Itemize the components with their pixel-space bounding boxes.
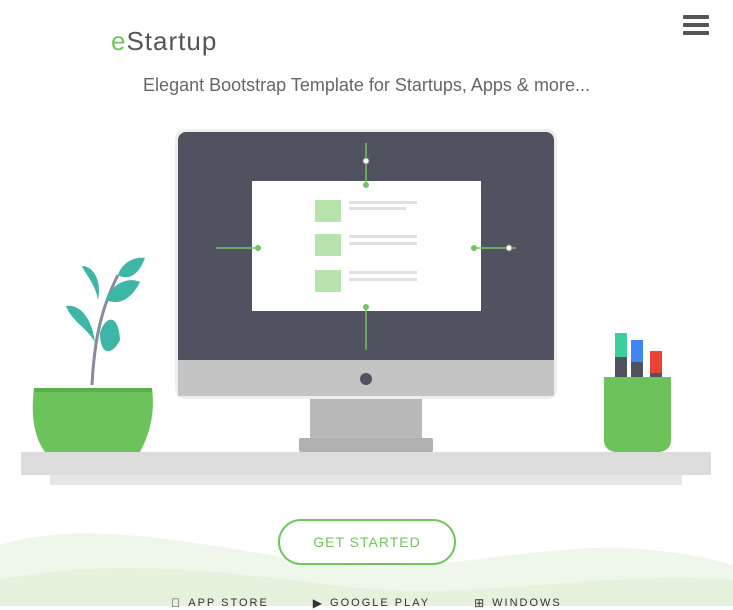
google-play-label: GOOGLE PLAY — [324, 597, 428, 609]
menu-toggle-button[interactable] — [683, 15, 709, 37]
plant — [32, 257, 153, 452]
play-icon: ▶ — [307, 596, 322, 610]
marker-cup — [604, 333, 671, 452]
hamburger-icon — [683, 15, 709, 35]
desk — [21, 452, 711, 485]
logo[interactable]: eStartup — [111, 26, 217, 57]
hero-tagline: Elegant Bootstrap Template for Startups,… — [143, 75, 590, 95]
hero-illustration — [21, 129, 711, 485]
app-store-label: APP STORE — [182, 597, 267, 609]
windows-link[interactable]: ⊞ WINDOWS — [474, 596, 562, 610]
windows-label: WINDOWS — [486, 597, 560, 609]
screen-card — [252, 181, 481, 311]
app-store-link[interactable]:  APP STORE — [171, 596, 269, 610]
get-started-button[interactable]: GET STARTED — [278, 519, 456, 565]
google-play-link[interactable]: ▶ GOOGLE PLAY — [313, 596, 430, 610]
apple-icon:  — [171, 596, 182, 610]
logo-text: Startup — [126, 26, 218, 56]
windows-icon: ⊞ — [468, 596, 484, 610]
store-links:  APP STORE ▶ GOOGLE PLAY ⊞ WINDOWS — [0, 596, 733, 610]
logo-accent: e — [111, 26, 127, 56]
